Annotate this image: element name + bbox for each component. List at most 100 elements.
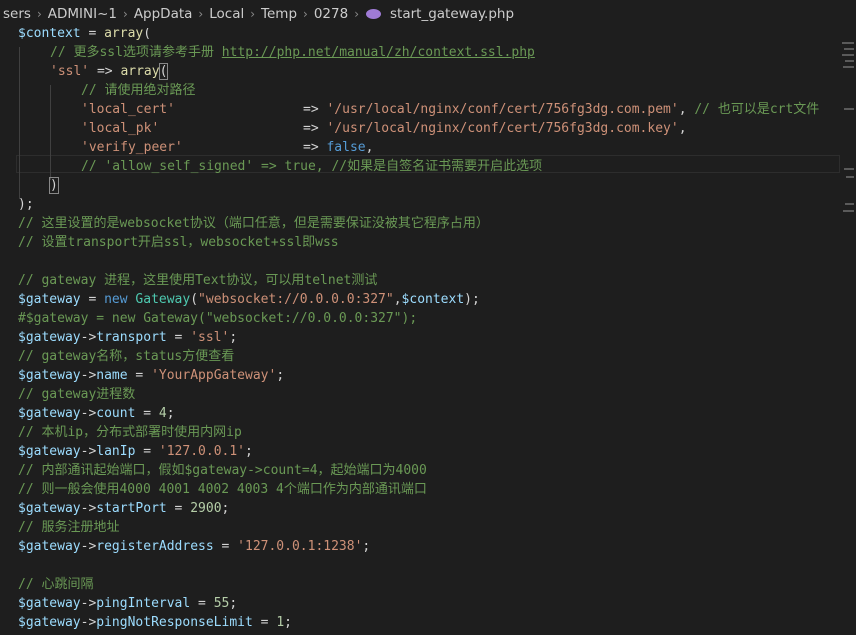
token-operator: -> — [80, 501, 97, 516]
token-punct: ; — [284, 615, 292, 630]
code-line[interactable]: ) — [49, 176, 59, 195]
minimap-line — [845, 60, 854, 62]
token-punct: ( — [190, 292, 199, 307]
breadcrumb-item-temp[interactable]: Temp — [258, 6, 300, 22]
code-line[interactable]: => '/usr/local/nginx/conf/cert/756fg3dg.… — [303, 100, 819, 119]
token-function: array — [104, 28, 144, 41]
code-line[interactable]: // 服务注册地址 — [18, 518, 119, 537]
token-operator: = — [80, 28, 105, 41]
minimap-line — [845, 203, 854, 205]
code-line[interactable]: 'local_pk' — [81, 119, 159, 138]
token-string: "websocket://0.0.0.0:327" — [198, 292, 394, 307]
token-string: 'verify_peer' — [81, 140, 183, 155]
code-line[interactable]: // 请使用绝对路径 — [81, 81, 195, 100]
bracket-match: ) — [49, 177, 59, 194]
code-line[interactable]: $gateway->pingInterval = 55; — [18, 594, 237, 613]
code-line[interactable]: $gateway->pingNotResponseLimit = 1; — [18, 613, 292, 632]
token-variable: $gateway — [18, 501, 81, 516]
code-line[interactable]: => false, — [303, 138, 373, 157]
code-line[interactable]: ); — [18, 195, 34, 214]
token-string: 'ssl' — [50, 64, 90, 79]
code-line[interactable]: 'verify_peer' — [81, 138, 183, 157]
chevron-right-icon: › — [123, 7, 128, 21]
token-property: pingNotResponseLimit — [96, 615, 253, 630]
token-comment: #$gateway = new Gateway("websocket://0.0… — [18, 311, 418, 326]
code-line[interactable]: #$gateway = new Gateway("websocket://0.0… — [18, 309, 417, 328]
token-punct: ; — [245, 444, 253, 459]
token-punct: ; — [166, 406, 175, 421]
chevron-right-icon: › — [354, 7, 360, 21]
code-line[interactable]: // 心跳间隔 — [18, 575, 93, 594]
code-line[interactable]: $gateway->lanIp = '127.0.0.1'; — [18, 442, 253, 461]
code-line[interactable]: // 更多ssl选项请参考手册 http://php.net/manual/zh… — [50, 43, 535, 62]
token-punct: ); — [18, 197, 34, 212]
token-punct: , — [365, 140, 374, 155]
comment-link[interactable]: http://php.net/manual/zh/context.ssl.php — [222, 45, 535, 60]
token-punct: ; — [362, 539, 371, 554]
token-comment: // gateway进程数 — [18, 387, 136, 402]
code-line[interactable]: $gateway->registerAddress = '127.0.0.1:1… — [18, 537, 370, 556]
token-comment: // 更多ssl选项请参考手册 — [50, 45, 222, 60]
breadcrumb-item-local[interactable]: Local — [206, 6, 247, 22]
code-line[interactable]: $context = array( — [18, 28, 151, 43]
code-line[interactable]: $gateway->transport = 'ssl'; — [18, 328, 237, 347]
token-property: startPort — [96, 501, 167, 516]
token-punct: , — [678, 102, 695, 117]
code-line[interactable]: // 内部通讯起始端口，假如$gateway->count=4，起始端口为400… — [18, 461, 427, 480]
token-number: 4 — [158, 406, 167, 421]
code-line[interactable]: // gateway 进程，这里使用Text协议，可以用telnet测试 — [18, 271, 377, 290]
breadcrumb-item-0278[interactable]: 0278 — [311, 6, 351, 22]
token-variable: $gateway — [18, 596, 81, 611]
code-line[interactable]: $gateway->startPort = 2900; — [18, 499, 229, 518]
token-punct: ( — [143, 28, 152, 41]
token-variable: $gateway — [18, 292, 81, 307]
breadcrumb-item-users[interactable]: sers — [0, 6, 34, 22]
token-punct: , — [678, 121, 687, 136]
breadcrumb: sers › ADMINI~1 › AppData › Local › Temp… — [0, 0, 856, 28]
token-class: Gateway — [127, 292, 191, 307]
chevron-right-icon: › — [303, 7, 308, 21]
token-operator: -> — [80, 615, 97, 630]
token-punct: ); — [464, 292, 480, 307]
minimap-scrollbar[interactable] — [840, 28, 856, 635]
code-line[interactable]: // gateway名称，status方便查看 — [18, 347, 234, 366]
token-operator: => — [89, 64, 121, 79]
breadcrumb-item-admin[interactable]: ADMINI~1 — [45, 6, 120, 22]
token-comment: // 本机ip，分布式部署时使用内网ip — [18, 425, 242, 440]
token-variable: $gateway — [18, 330, 81, 345]
token-comment: // 也可以是crt文件 — [694, 102, 820, 117]
token-operator: -> — [80, 444, 97, 459]
token-property: name — [96, 368, 128, 383]
token-string: '127.0.0.1:1238' — [237, 539, 363, 554]
token-comment: // 请使用绝对路径 — [81, 83, 196, 98]
token-operator: -> — [80, 406, 97, 421]
token-operator: = — [80, 292, 105, 307]
code-line[interactable]: 'ssl' => array( — [50, 62, 169, 81]
code-line[interactable]: $gateway->count = 4; — [18, 404, 175, 423]
code-line[interactable]: // 这里设置的是websocket协议（端口任意，但是需要保证没被其它程序占用… — [18, 214, 489, 233]
token-variable: $gateway — [18, 539, 81, 554]
breadcrumb-item-appdata[interactable]: AppData — [131, 6, 196, 22]
code-line[interactable]: $gateway->name = 'YourAppGateway'; — [18, 366, 284, 385]
chevron-right-icon: › — [250, 7, 256, 21]
code-line[interactable]: // 本机ip，分布式部署时使用内网ip — [18, 423, 242, 442]
code-line[interactable]: => '/usr/local/nginx/conf/cert/756fg3dg.… — [303, 119, 687, 138]
token-operator: = — [127, 368, 152, 383]
token-string: '/usr/local/nginx/conf/cert/756fg3dg.com… — [326, 102, 679, 117]
token-operator: = — [135, 406, 159, 421]
code-editor[interactable]: $context = array( // 更多ssl选项请参考手册 http:/… — [0, 28, 840, 635]
token-operator: = — [213, 539, 238, 554]
code-line[interactable]: // gateway进程数 — [18, 385, 135, 404]
breadcrumb-file[interactable]: start_gateway.php — [387, 6, 517, 22]
token-variable: $gateway — [18, 368, 81, 383]
code-line[interactable]: // 'allow_self_signed' => true, //如果是自签名… — [81, 157, 542, 176]
token-operator: -> — [80, 368, 97, 383]
minimap-line — [844, 48, 854, 50]
minimap-line — [846, 176, 854, 178]
minimap-line — [842, 54, 854, 56]
code-line[interactable]: // 则一般会使用4000 4001 4002 4003 4个端口作为内部通讯端… — [18, 480, 427, 499]
code-line[interactable]: $gateway = new Gateway("websocket://0.0.… — [18, 290, 480, 309]
code-line[interactable]: // 设置transport开启ssl，websocket+ssl即wss — [18, 233, 339, 252]
token-variable: $context — [18, 28, 81, 41]
code-line[interactable]: 'local_cert' — [81, 100, 175, 119]
